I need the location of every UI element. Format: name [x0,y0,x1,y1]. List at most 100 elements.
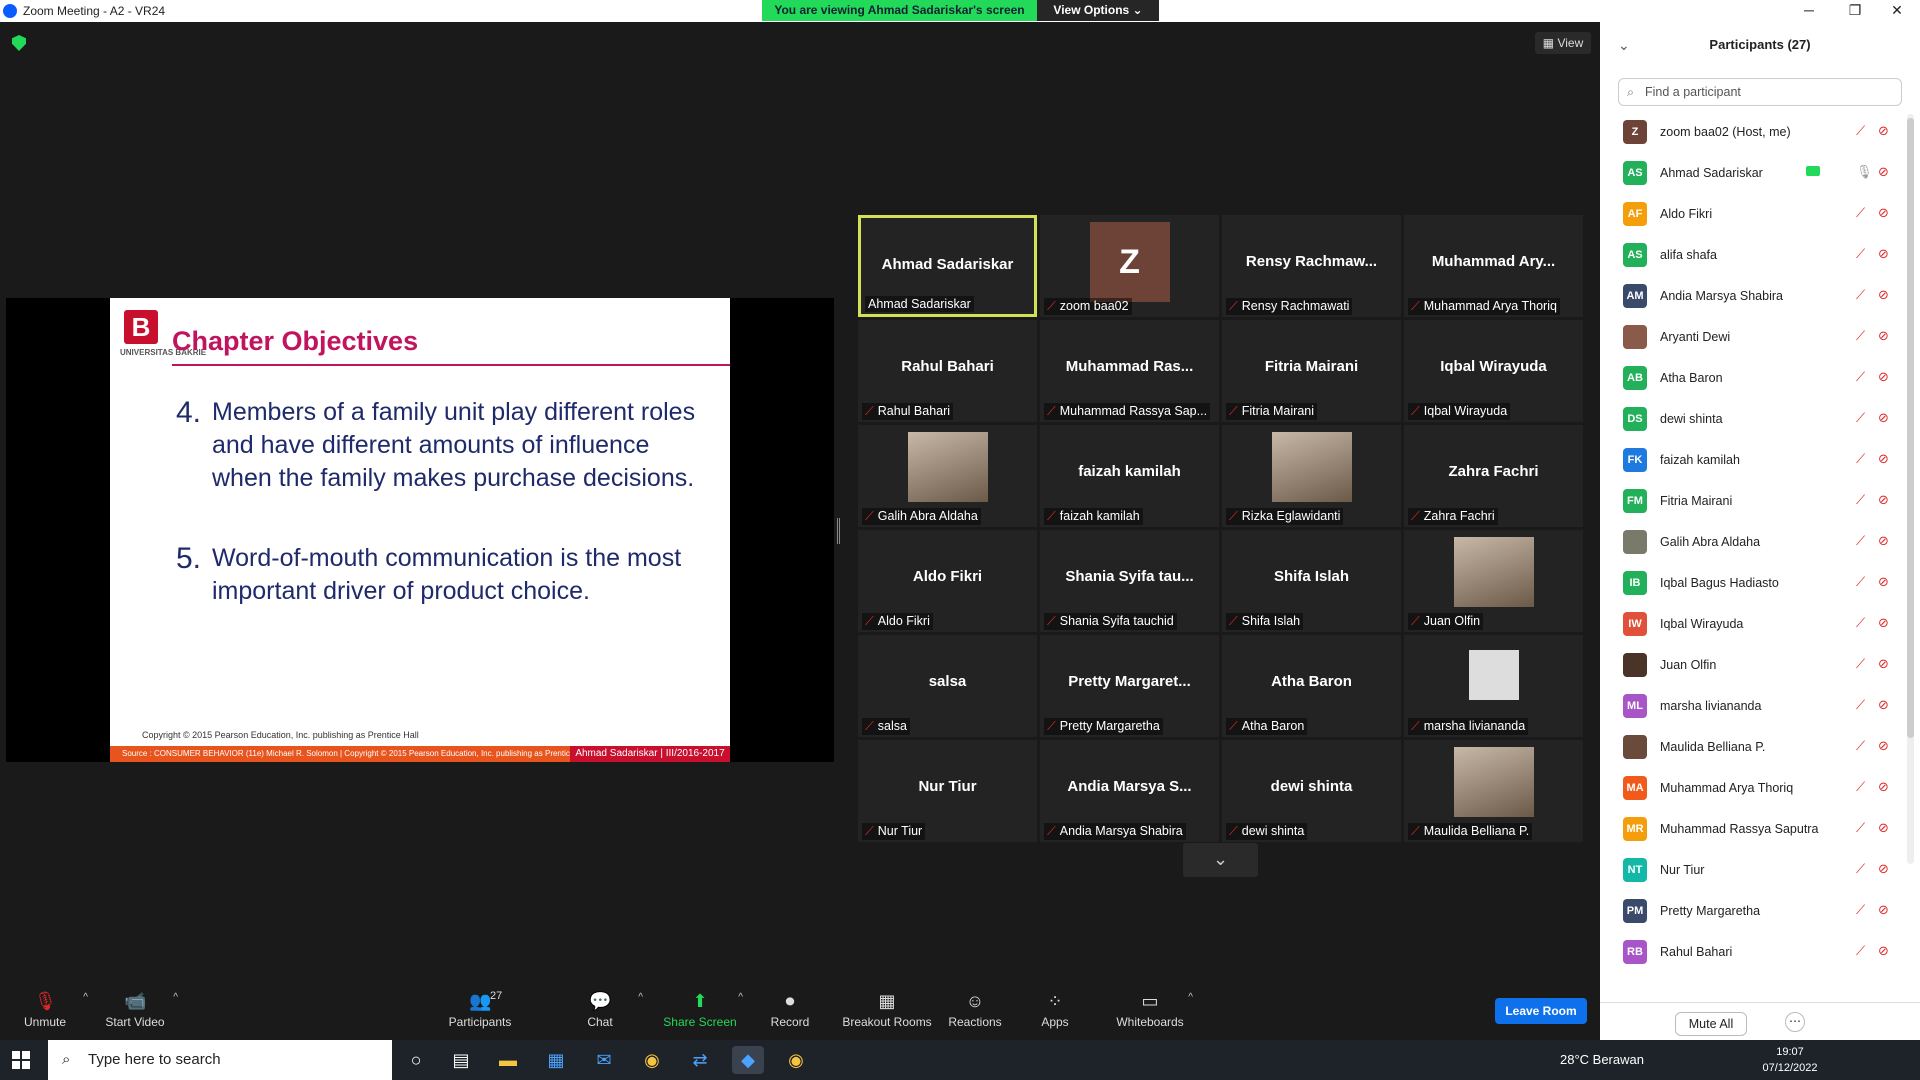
breakout-rooms-button[interactable]: ▦ Breakout Rooms [842,992,932,1029]
video-tile[interactable]: Rahul Bahari ⟋ Rahul Bahari [858,320,1037,422]
store-icon[interactable]: ▦ [540,1046,572,1074]
tile-name-label: Ahmad Sadariskar [865,296,974,312]
video-tile[interactable]: ⟋ Juan Olfin [1404,530,1583,632]
video-tile[interactable]: Iqbal Wirayuda ⟋ Iqbal Wirayuda [1404,320,1583,422]
video-tile[interactable]: faizah kamilah ⟋ faizah kamilah [1040,425,1219,527]
university-logo: B [124,310,158,344]
participant-row[interactable]: AB Atha Baron ⟋ ⊘ [1600,357,1905,398]
participant-row[interactable]: AF Aldo Fikri ⟋ ⊘ [1600,193,1905,234]
mute-all-button[interactable]: Mute All [1675,1012,1747,1036]
leave-room-button[interactable]: Leave Room [1495,998,1587,1024]
tile-display-name: Muhammad Ras... [1065,358,1194,375]
participant-row[interactable]: AS alifa shafa ⟋ ⊘ [1600,234,1905,275]
start-video-button[interactable]: 📹 Start Video ^ [90,992,180,1029]
options-caret-icon[interactable]: ^ [83,992,88,1003]
gallery-next-page-button[interactable]: ⌄ [1183,843,1258,877]
video-tile[interactable]: Muhammad Ary... ⟋ Muhammad Arya Thoriq [1404,215,1583,317]
video-tile[interactable]: Pretty Margaret... ⟋ Pretty Margaretha [1040,635,1219,737]
video-tile[interactable]: Aldo Fikri ⟋ Aldo Fikri [858,530,1037,632]
participant-row[interactable]: NT Nur Tiur ⟋ ⊘ [1600,849,1905,890]
muted-mic-icon: ⟋ [1856,328,1866,343]
mail-icon[interactable]: ✉ [588,1046,620,1074]
participant-search-input[interactable]: ⌕ Find a participant [1618,78,1902,106]
chat-button[interactable]: 💬 Chat ^ [555,992,645,1029]
participant-row[interactable]: FK faizah kamilah ⟋ ⊘ [1600,439,1905,480]
record-button[interactable]: ⏺ Record [745,992,835,1029]
reactions-button[interactable]: ☺ Reactions [930,992,1020,1029]
participant-row[interactable]: Zzoom baa02 (Host, me) ⟋ ⊘ [1600,111,1905,152]
video-tile[interactable]: Zahra Fachri ⟋ Zahra Fachri [1404,425,1583,527]
teamviewer-icon[interactable]: ⇄ [684,1046,716,1074]
participant-name: alifa shafa [1660,248,1717,262]
collapse-chevron-icon[interactable]: ⌄ [1618,37,1630,54]
options-caret-icon[interactable]: ^ [638,992,643,1003]
participant-row[interactable]: DS dewi shinta ⟋ ⊘ [1600,398,1905,439]
file-explorer-icon[interactable]: ▬ [492,1046,524,1074]
view-button[interactable]: ▦ View [1535,32,1591,54]
video-tile[interactable]: Shania Syifa tau... ⟋ Shania Syifa tauchid [1040,530,1219,632]
participant-row[interactable]: PM Pretty Margaretha ⟋ ⊘ [1600,890,1905,931]
security-shield-icon[interactable] [12,35,26,51]
apps-button[interactable]: ⁘ Apps [1010,992,1100,1029]
video-tile[interactable]: Muhammad Ras... ⟋ Muhammad Rassya Sap... [1040,320,1219,422]
video-tile[interactable]: Atha Baron ⟋ Atha Baron [1222,635,1401,737]
scrollbar-thumb[interactable] [1907,118,1914,738]
participant-row[interactable]: Maulida Belliana P. ⟋ ⊘ [1600,726,1905,767]
slide-copyright: Copyright © 2015 Pearson Education, Inc.… [142,730,419,740]
video-tile[interactable]: salsa ⟋ salsa [858,635,1037,737]
chrome-profile-icon[interactable]: ◉ [780,1046,812,1074]
video-tile[interactable]: ⟋ Galih Abra Aldaha [858,425,1037,527]
view-options-button[interactable]: View Options ⌄ [1037,0,1159,21]
minimize-button[interactable]: ─ [1786,0,1832,22]
close-button[interactable]: ✕ [1874,0,1920,22]
video-tile[interactable]: Z ⟋ zoom baa02 [1040,215,1219,317]
avatar: AS [1623,243,1647,267]
weather-widget[interactable]: 28°C Berawan [1560,1040,1644,1080]
participants-icon: 👥 [469,991,492,1011]
participant-row[interactable]: Aryanti Dewi ⟋ ⊘ [1600,316,1905,357]
chrome-icon[interactable]: ◉ [636,1046,668,1074]
video-tile[interactable]: Rensy Rachmaw... ⟋ Rensy Rachmawati [1222,215,1401,317]
participants-button[interactable]: 👥 27 Participants [435,990,525,1029]
whiteboards-button[interactable]: ▭ Whiteboards ^ [1105,992,1195,1029]
tile-name-label: ⟋ salsa [862,718,910,735]
taskbar-search-box[interactable]: ⌕ Type here to search [48,1040,392,1080]
video-tile[interactable]: Nur Tiur ⟋ Nur Tiur [858,740,1037,842]
participant-row[interactable]: Juan Olfin ⟋ ⊘ [1600,644,1905,685]
point-number: 5. [176,542,202,575]
video-tile[interactable]: Fitria Mairani ⟋ Fitria Mairani [1222,320,1401,422]
video-tile[interactable]: dewi shinta ⟋ dewi shinta [1222,740,1401,842]
participant-row[interactable]: IW Iqbal Wirayuda ⟋ ⊘ [1600,603,1905,644]
maximize-button[interactable]: ❐ [1832,0,1878,22]
participant-row[interactable]: AM Andia Marsya Shabira ⟋ ⊘ [1600,275,1905,316]
participant-row[interactable]: FM Fitria Mairani ⟋ ⊘ [1600,480,1905,521]
video-tile[interactable]: Ahmad Sadariskar Ahmad Sadariskar [858,215,1037,317]
share-screen-button[interactable]: ⬆ Share Screen ^ [655,992,745,1029]
zoom-taskbar-icon[interactable]: ◆ [732,1046,764,1074]
video-tile[interactable]: ⟋ marsha livianandа [1404,635,1583,737]
video-tile[interactable]: ⟋ Rizka Eglawidanti [1222,425,1401,527]
windows-start-icon[interactable] [12,1051,30,1069]
more-options-button[interactable]: ⋯ [1785,1012,1805,1032]
participant-row[interactable]: Galih Abra Aldaha ⟋ ⊘ [1600,521,1905,562]
unmute-button[interactable]: 🎙 Unmute ^ [0,992,90,1029]
participant-row[interactable]: IB Iqbal Bagus Hadiasto ⟋ ⊘ [1600,562,1905,603]
options-caret-icon[interactable]: ^ [173,992,178,1003]
task-view-icon[interactable]: ○ [400,1046,432,1074]
video-tile[interactable]: ⟋ Maulida Belliana P. [1404,740,1583,842]
video-tile[interactable]: Andia Marsya S... ⟋ Andia Marsya Shabira [1040,740,1219,842]
split-resize-handle[interactable] [837,518,840,544]
record-icon: ⏺ [785,991,795,1011]
participant-row[interactable]: ML marsha livianandа ⟋ ⊘ [1600,685,1905,726]
participant-row[interactable]: AS Ahmad Sadariskar 🎙 ⊘ [1600,152,1905,193]
participant-list-scrollbar[interactable] [1907,114,1914,864]
options-caret-icon[interactable]: ^ [738,992,743,1003]
options-caret-icon[interactable]: ^ [1188,992,1193,1003]
participant-row[interactable]: MR Muhammad Rassya Saputra ⟋ ⊘ [1600,808,1905,849]
participant-row[interactable]: MA Muhammad Arya Thoriq ⟋ ⊘ [1600,767,1905,808]
widgets-icon[interactable]: ▤ [445,1046,477,1074]
muted-mic-icon: ⟋ [865,509,874,523]
clock[interactable]: 19:07 07/12/2022 [1760,1044,1820,1076]
participant-row[interactable]: RB Rahul Bahari ⟋ ⊘ [1600,931,1905,972]
video-tile[interactable]: Shifa Islah ⟋ Shifa Islah [1222,530,1401,632]
